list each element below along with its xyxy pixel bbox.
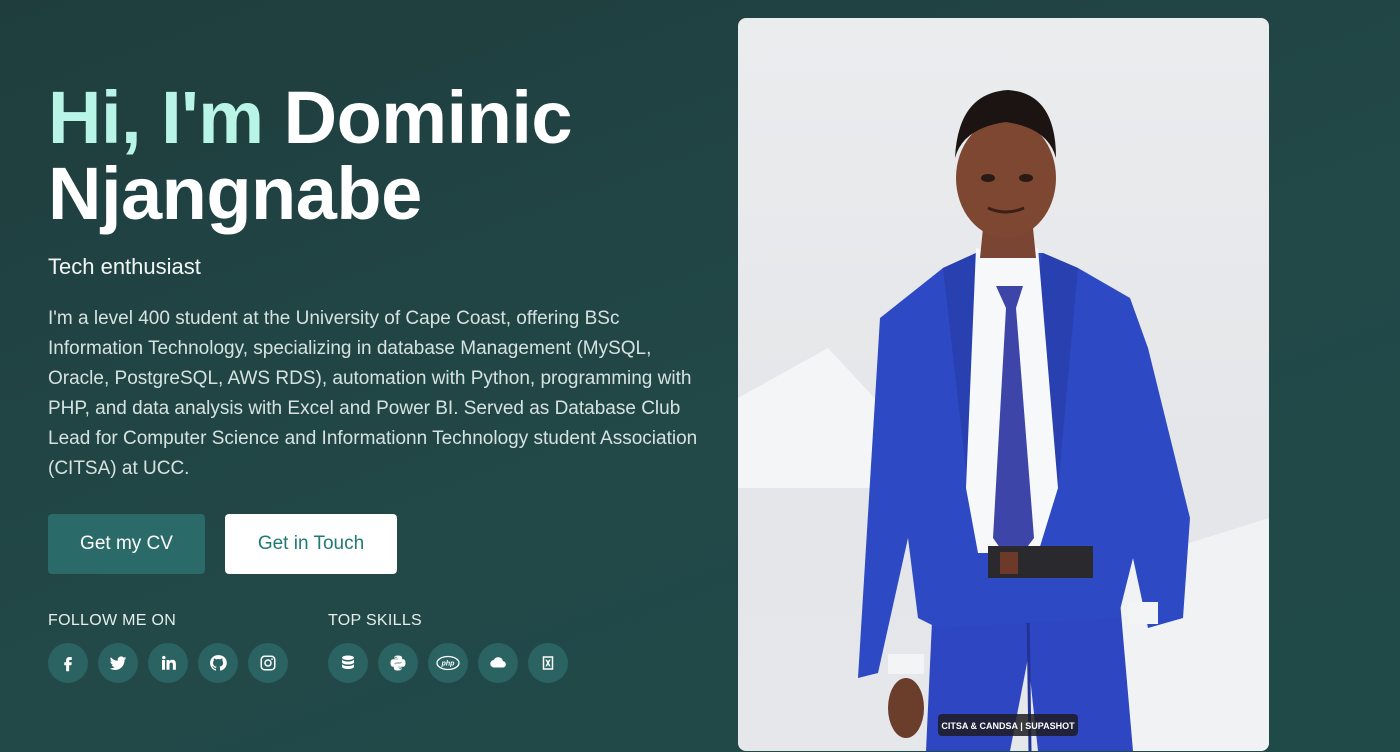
profile-photo-illustration: CITSA & CANDSA | SUPASHOT bbox=[738, 90, 1269, 751]
follow-heading: FOLLOW ME ON bbox=[48, 612, 177, 629]
instagram-icon[interactable] bbox=[248, 643, 288, 683]
hero-title: Hi, I'm Dominic Njangnabe bbox=[48, 80, 708, 232]
github-icon[interactable] bbox=[198, 643, 238, 683]
follow-section: FOLLOW ME ON bbox=[48, 612, 288, 683]
photo-caption: CITSA & CANDSA | SUPASHOT bbox=[941, 721, 1075, 731]
twitter-icon[interactable] bbox=[98, 643, 138, 683]
php-icon: php bbox=[428, 643, 468, 683]
linkedin-icon[interactable] bbox=[148, 643, 188, 683]
svg-text:php: php bbox=[441, 661, 456, 668]
excel-icon bbox=[528, 643, 568, 683]
python-icon bbox=[378, 643, 418, 683]
skills-section: TOP SKILLS php bbox=[328, 612, 568, 683]
hero-section: Hi, I'm Dominic Njangnabe Tech enthusias… bbox=[48, 80, 708, 574]
database-icon bbox=[328, 643, 368, 683]
cloud-icon bbox=[478, 643, 518, 683]
facebook-icon[interactable] bbox=[48, 643, 88, 683]
get-in-touch-button[interactable]: Get in Touch bbox=[225, 514, 397, 574]
profile-photo: CITSA & CANDSA | SUPASHOT bbox=[738, 18, 1269, 751]
get-cv-button[interactable]: Get my CV bbox=[48, 514, 205, 574]
meta-row: FOLLOW ME ON TOP SKILLS php bbox=[48, 612, 568, 683]
hero-name-last: Njangnabe bbox=[48, 152, 422, 235]
tagline: Tech enthusiast bbox=[48, 254, 201, 279]
hero-greeting: Hi, I'm bbox=[48, 76, 264, 159]
hero-name-first: Dominic bbox=[283, 76, 573, 159]
bio-paragraph: I'm a level 400 student at the Universit… bbox=[48, 308, 698, 479]
skills-heading: TOP SKILLS bbox=[328, 612, 423, 629]
cta-buttons: Get my CV Get in Touch bbox=[48, 514, 708, 574]
